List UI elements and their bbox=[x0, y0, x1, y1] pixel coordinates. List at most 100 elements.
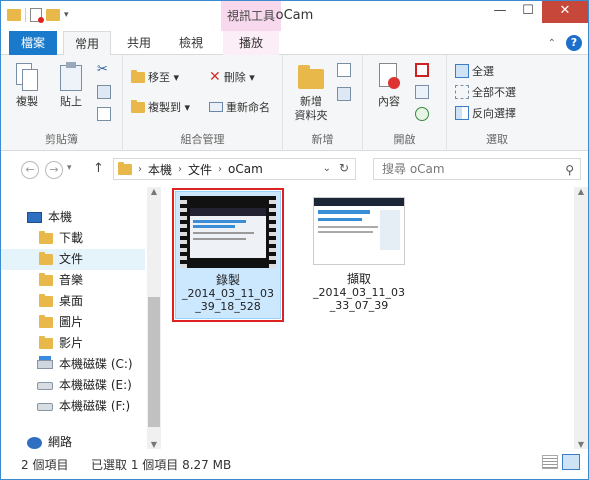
cut-button[interactable]: ✂ bbox=[97, 63, 111, 77]
customize-qa-chevron-icon[interactable]: ▾ bbox=[64, 10, 69, 20]
collapse-ribbon-icon[interactable]: ⌃ bbox=[548, 38, 556, 49]
properties-icon bbox=[376, 61, 402, 91]
breadcrumb-segment[interactable]: oCam bbox=[228, 162, 263, 176]
group-label-new: 新增 bbox=[311, 133, 334, 146]
new-item-icon bbox=[337, 63, 351, 77]
properties-quick-icon[interactable] bbox=[30, 8, 44, 23]
tab-share[interactable]: 共用 bbox=[119, 31, 159, 55]
nav-item-this-pc[interactable]: 本機 bbox=[27, 207, 72, 228]
nav-item-desktop[interactable]: 桌面 bbox=[39, 291, 83, 312]
explorer-icon bbox=[7, 9, 21, 21]
search-input[interactable]: 搜尋 oCam ⚲ bbox=[373, 158, 581, 180]
breadcrumb-sep-icon: › bbox=[138, 163, 142, 175]
group-label-select: 選取 bbox=[486, 133, 508, 146]
tab-play[interactable]: 播放 bbox=[223, 31, 279, 55]
image-thumbnail bbox=[313, 197, 405, 265]
new-item-button[interactable] bbox=[337, 63, 351, 77]
select-none-button[interactable]: 全部不選 bbox=[455, 84, 516, 100]
address-bar[interactable]: › 本機 › 文件 › oCam ⌄ ↻ bbox=[113, 158, 356, 180]
navigation-bar: ← → ▾ ↑ › 本機 › 文件 › oCam ⌄ ↻ 搜尋 oCam ⚲ bbox=[1, 152, 588, 186]
new-folder-button[interactable]: 新增 資料夾 bbox=[289, 61, 333, 123]
nav-item-drive-f[interactable]: 本機磁碟 (F:) bbox=[37, 396, 130, 417]
easy-access-button[interactable] bbox=[337, 87, 351, 101]
scrollbar-thumb[interactable] bbox=[148, 297, 160, 427]
scroll-down-icon[interactable]: ▼ bbox=[147, 440, 161, 449]
scroll-up-icon[interactable]: ▲ bbox=[147, 187, 161, 196]
close-button[interactable]: ✕ bbox=[542, 1, 588, 23]
copy-icon bbox=[14, 61, 40, 91]
ribbon-controls: ⌃ ? bbox=[548, 35, 582, 51]
group-label-open: 開啟 bbox=[393, 133, 416, 146]
file-item-image[interactable]: 擷取 _2014_03_11_03 _33_07_39 bbox=[309, 193, 409, 317]
title-bar: ▾ 視訊工具 oCam — ☐ ✕ bbox=[1, 1, 588, 31]
large-icons-view-icon[interactable] bbox=[562, 454, 580, 470]
tab-file[interactable]: 檔案 bbox=[9, 31, 57, 55]
maximize-button[interactable]: ☐ bbox=[514, 1, 542, 23]
file-item-video[interactable]: 錄製 _2014_03_11_03 _39_18_528 bbox=[172, 188, 284, 322]
nav-item-label: 本機磁碟 (F:) bbox=[59, 399, 131, 413]
explorer-window: ▾ 視訊工具 oCam — ☐ ✕ 檔案 常用 共用 檢視 播放 ⌃ ? 複製 … bbox=[0, 0, 589, 480]
breadcrumb-segment[interactable]: 本機 bbox=[148, 161, 172, 178]
navigation-scrollbar[interactable]: ▲ ▼ bbox=[147, 187, 161, 449]
nav-item-label: 本機 bbox=[48, 210, 73, 224]
nav-item-documents[interactable]: 文件 bbox=[1, 249, 145, 270]
back-button[interactable]: ← bbox=[21, 161, 39, 179]
select-all-button[interactable]: 全選 bbox=[455, 63, 494, 79]
file-name-line: 錄製 bbox=[215, 273, 240, 287]
nav-item-videos[interactable]: 影片 bbox=[39, 333, 83, 354]
scissors-icon: ✂ bbox=[97, 62, 108, 77]
nav-item-network[interactable]: 網路 bbox=[27, 432, 72, 449]
minimize-button[interactable]: — bbox=[486, 1, 514, 23]
copy-label: 複製 bbox=[16, 95, 38, 108]
nav-item-music[interactable]: 音樂 bbox=[39, 270, 83, 291]
content-scrollbar[interactable]: ▲ ▼ bbox=[574, 187, 588, 449]
music-folder-icon bbox=[39, 273, 53, 286]
tab-view[interactable]: 檢視 bbox=[171, 31, 211, 55]
invert-selection-label: 反向選擇 bbox=[472, 107, 516, 120]
copy-path-icon bbox=[97, 85, 111, 99]
recent-locations-chevron-icon[interactable]: ▾ bbox=[67, 163, 72, 173]
nav-item-label: 本機磁碟 (C:) bbox=[59, 357, 133, 371]
copy-to-icon bbox=[131, 99, 145, 113]
nav-item-drive-c[interactable]: 本機磁碟 (C:) bbox=[37, 354, 133, 375]
copy-button[interactable]: 複製 bbox=[9, 61, 45, 109]
refresh-icon[interactable]: ↻ bbox=[339, 161, 349, 175]
move-to-button[interactable]: 移至 ▾ bbox=[131, 69, 179, 85]
paste-shortcut-button[interactable] bbox=[97, 107, 111, 121]
rename-button[interactable]: 重新命名 bbox=[209, 99, 270, 115]
edit-button[interactable] bbox=[415, 85, 429, 99]
nav-item-label: 下載 bbox=[59, 231, 84, 245]
new-folder-label-1: 新增 bbox=[300, 95, 322, 108]
copy-path-button[interactable] bbox=[97, 85, 111, 99]
scroll-down-icon[interactable]: ▼ bbox=[574, 440, 588, 449]
pictures-folder-icon bbox=[39, 315, 53, 328]
nav-item-downloads[interactable]: 下載 bbox=[39, 228, 83, 249]
help-icon[interactable]: ? bbox=[566, 35, 582, 51]
nav-item-label: 音樂 bbox=[59, 273, 84, 287]
up-arrow-icon[interactable]: ↑ bbox=[93, 161, 104, 176]
nav-item-pictures[interactable]: 圖片 bbox=[39, 312, 83, 333]
paste-button[interactable]: 貼上 bbox=[53, 61, 89, 109]
breadcrumb-segment[interactable]: 文件 bbox=[188, 161, 212, 178]
details-view-icon[interactable] bbox=[542, 455, 558, 469]
new-folder-quick-icon[interactable] bbox=[46, 9, 60, 21]
nav-item-drive-e[interactable]: 本機磁碟 (E:) bbox=[37, 375, 132, 396]
address-dropdown-icon[interactable]: ⌄ bbox=[323, 163, 331, 174]
history-button[interactable] bbox=[415, 107, 429, 121]
scroll-up-icon[interactable]: ▲ bbox=[574, 187, 588, 196]
tab-home[interactable]: 常用 bbox=[63, 31, 111, 56]
copy-to-button[interactable]: 複製到 ▾ bbox=[131, 99, 190, 115]
network-icon bbox=[27, 436, 42, 449]
file-name-line: _2014_03_11_03 bbox=[182, 287, 274, 300]
invert-selection-button[interactable]: 反向選擇 bbox=[455, 105, 516, 121]
nav-item-label: 網路 bbox=[48, 435, 73, 449]
forward-button[interactable]: → bbox=[45, 161, 63, 179]
open-button[interactable] bbox=[415, 63, 429, 77]
separator bbox=[25, 8, 26, 22]
video-thumbnail bbox=[180, 196, 276, 268]
rename-label: 重新命名 bbox=[226, 101, 270, 114]
file-list: 錄製 _2014_03_11_03 _39_18_528 擷取 _2014_03… bbox=[161, 187, 588, 449]
properties-button[interactable]: 內容 bbox=[369, 61, 409, 109]
delete-button[interactable]: ✕ 刪除 ▾ bbox=[209, 69, 255, 85]
group-label-organize: 組合管理 bbox=[180, 133, 225, 146]
